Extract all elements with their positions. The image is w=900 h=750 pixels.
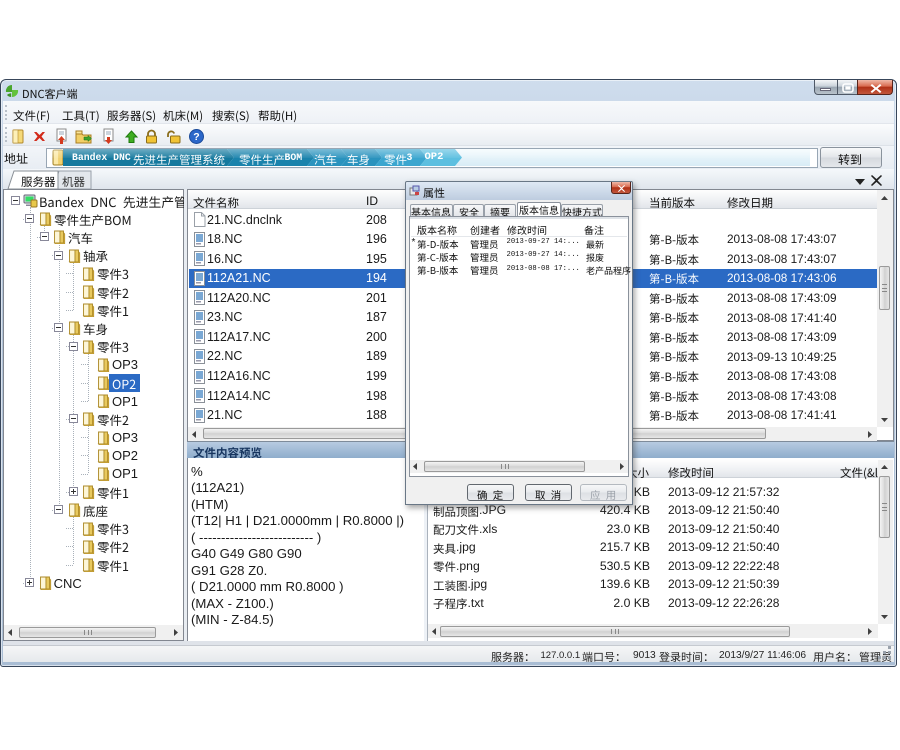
svg-text:?: ? xyxy=(193,131,199,143)
